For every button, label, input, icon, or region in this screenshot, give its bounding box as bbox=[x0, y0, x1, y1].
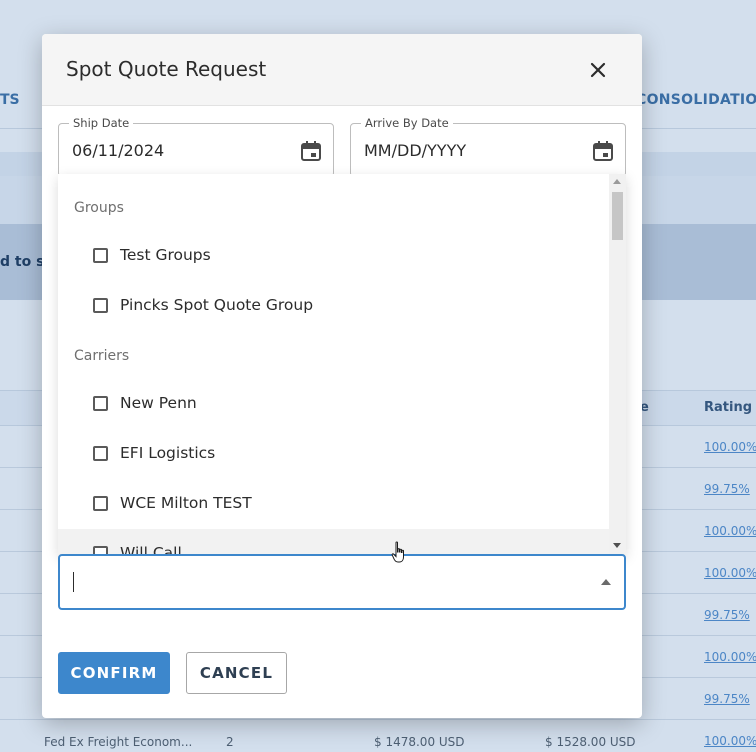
total-cell: $ 1528.00 USD bbox=[545, 735, 636, 749]
ship-date-value: 06/11/2024 bbox=[72, 141, 165, 160]
rating-link[interactable]: 100.00% bbox=[704, 524, 756, 538]
checkbox[interactable] bbox=[93, 298, 108, 313]
hand-pointer-icon bbox=[391, 541, 404, 563]
checkbox[interactable] bbox=[93, 396, 108, 411]
confirm-button[interactable]: CONFIRM bbox=[58, 652, 170, 694]
arrive-by-date-label: Arrive By Date bbox=[361, 116, 453, 130]
quantity-cell: 2 bbox=[226, 735, 234, 749]
rating-link[interactable]: 99.75% bbox=[704, 482, 750, 496]
option-label: WCE Milton TEST bbox=[120, 494, 252, 512]
calendar-icon[interactable] bbox=[591, 139, 615, 163]
option-label: Pincks Spot Quote Group bbox=[120, 296, 314, 314]
select-carriers-input[interactable] bbox=[58, 554, 626, 610]
cancel-button[interactable]: CANCEL bbox=[186, 652, 287, 694]
checkbox[interactable] bbox=[93, 496, 108, 511]
option-label: EFI Logistics bbox=[120, 444, 216, 462]
cost-cell: $ 1478.00 USD bbox=[374, 735, 465, 749]
carrier-dropdown-list[interactable]: Groups Test Groups Pincks Spot Quote Gro… bbox=[58, 174, 626, 554]
group-header-groups: Groups bbox=[74, 200, 124, 216]
option-wce-milton-test[interactable]: WCE Milton TEST bbox=[58, 479, 609, 529]
rating-link[interactable]: 99.75% bbox=[704, 608, 750, 622]
checkbox[interactable] bbox=[93, 248, 108, 263]
chevron-up-icon[interactable] bbox=[601, 579, 611, 585]
close-button[interactable] bbox=[582, 54, 614, 86]
scrollbar-thumb[interactable] bbox=[612, 192, 623, 240]
carrier-name-cell: Fed Ex Freight Econom... bbox=[44, 735, 193, 749]
background-tab-fragment: TS bbox=[0, 92, 20, 108]
rating-link[interactable]: 100.00% bbox=[704, 440, 756, 454]
option-new-penn[interactable]: New Penn bbox=[58, 379, 609, 429]
ship-date-field[interactable]: Ship Date 06/11/2024 bbox=[58, 116, 334, 177]
group-header-carriers: Carriers bbox=[74, 348, 130, 364]
option-will-call[interactable]: Will Call bbox=[58, 529, 609, 554]
scroll-up-arrow-icon[interactable] bbox=[613, 179, 621, 184]
option-label: Will Call bbox=[120, 544, 182, 554]
rating-link[interactable]: 100.00% bbox=[704, 650, 756, 664]
option-label: Test Groups bbox=[120, 246, 211, 264]
arrive-by-date-field[interactable]: Arrive By Date MM/DD/YYYY bbox=[350, 116, 626, 177]
background-tab-consolidation: CONSOLIDATION bbox=[636, 92, 756, 108]
background-rating-header: Rating bbox=[704, 400, 753, 415]
ship-date-label: Ship Date bbox=[69, 116, 134, 130]
scroll-down-arrow-icon[interactable] bbox=[613, 543, 621, 548]
option-test-groups[interactable]: Test Groups bbox=[58, 231, 609, 281]
dialog-title: Spot Quote Request bbox=[66, 57, 267, 81]
option-pincks-spot-quote-group[interactable]: Pincks Spot Quote Group bbox=[58, 281, 609, 331]
rating-link[interactable]: 99.75% bbox=[704, 692, 750, 706]
rating-link[interactable]: 100.00% bbox=[704, 734, 756, 748]
checkbox[interactable] bbox=[93, 446, 108, 461]
text-caret bbox=[73, 572, 74, 592]
option-label: New Penn bbox=[120, 394, 197, 412]
option-efi-logistics[interactable]: EFI Logistics bbox=[58, 429, 609, 479]
checkbox[interactable] bbox=[93, 546, 108, 554]
close-icon bbox=[590, 62, 606, 78]
spot-quote-dialog: Spot Quote Request Ship Date 06/11/2024 … bbox=[42, 34, 642, 718]
calendar-icon[interactable] bbox=[299, 139, 323, 163]
arrive-by-date-placeholder: MM/DD/YYYY bbox=[364, 141, 467, 160]
dialog-header: Spot Quote Request bbox=[42, 34, 642, 106]
rating-link[interactable]: 100.00% bbox=[704, 566, 756, 580]
